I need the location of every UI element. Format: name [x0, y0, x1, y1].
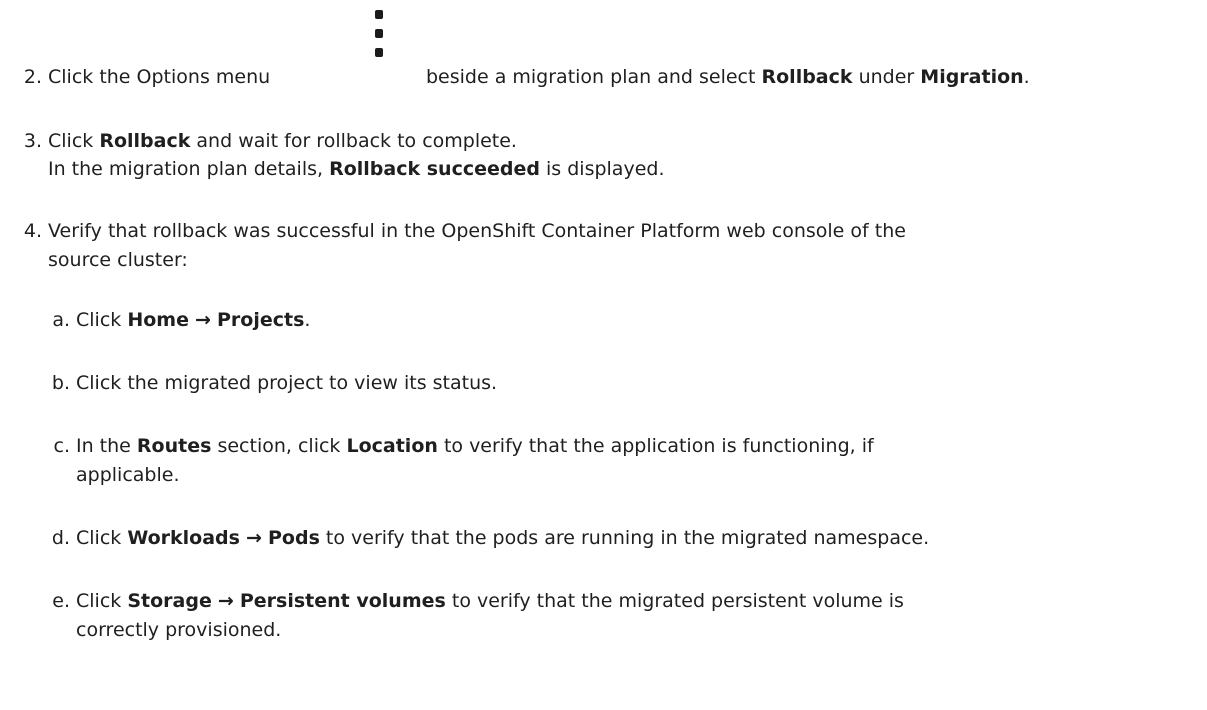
step-text: is displayed. — [546, 158, 665, 180]
step-3-detail: In the migration plan details, Rollback … — [48, 155, 665, 183]
substep-a: a. Click Home → Projects. — [48, 306, 310, 334]
options-menu-kebab-icon — [374, 10, 384, 58]
substep-letter: b. — [51, 372, 70, 394]
substep-e: e. Click Storage → Persistent volumes to … — [48, 587, 904, 615]
substep-letter: d. — [51, 527, 70, 549]
routes-term: Routes — [136, 435, 212, 457]
punctuation: . — [1023, 66, 1030, 88]
home-menu-term: Home — [127, 309, 189, 331]
workloads-menu-term: Workloads — [127, 527, 240, 549]
substep-d: d. Click Workloads → Pods to verify that … — [48, 524, 929, 552]
substep-letter: a. — [52, 309, 70, 331]
step-3: 3. Click Rollback and wait for rollback t… — [0, 127, 517, 155]
step-number: 2. — [23, 66, 42, 88]
step-2: 2. Click the Options menu — [0, 63, 270, 91]
step-text: Click — [76, 309, 122, 331]
step-4-line2: source cluster: — [48, 249, 188, 271]
step-text: section, click — [217, 435, 341, 457]
substep-letter: c. — [53, 435, 71, 457]
punctuation: . — [304, 309, 311, 331]
location-term: Location — [346, 435, 438, 457]
step-text: and wait for rollback to complete. — [196, 130, 517, 152]
step-number: 4. — [23, 220, 42, 242]
substep-c: c. In the Routes section, click Location … — [48, 432, 874, 460]
substep-e-line2: correctly provisioned. — [76, 619, 282, 641]
migration-term: Migration — [920, 66, 1024, 88]
step-text: Click the migrated project to view its s… — [76, 372, 498, 394]
step-text: Verify that rollback was successful in t… — [48, 220, 906, 242]
arrow-icon: → — [217, 590, 234, 612]
rollback-term: Rollback — [761, 66, 853, 88]
rollback-succeeded-status: Rollback succeeded — [329, 158, 540, 180]
step-text: Click — [76, 590, 122, 612]
pods-menu-term: Pods — [267, 527, 320, 549]
persistent-volumes-menu-term: Persistent volumes — [239, 590, 446, 612]
step-2-continued: beside a migration plan and select Rollb… — [426, 63, 1030, 91]
step-text: In the — [76, 435, 131, 457]
step-text: In the migration plan details, — [48, 158, 324, 180]
step-text: Click — [48, 130, 94, 152]
step-text: under — [858, 66, 915, 88]
substep-c-line2: applicable. — [76, 464, 180, 486]
step-text: beside a migration plan and select — [426, 66, 756, 88]
step-text: to verify that the pods are running in t… — [325, 527, 930, 549]
projects-menu-term: Projects — [216, 309, 305, 331]
substep-b: b. Click the migrated project to view its… — [48, 369, 497, 397]
step-text: to verify that the migrated persistent v… — [451, 590, 904, 612]
substep-letter: e. — [52, 590, 70, 612]
storage-menu-term: Storage — [127, 590, 212, 612]
step-4: 4. Verify that rollback was successful in… — [0, 217, 906, 245]
step-text: to verify that the application is functi… — [443, 435, 874, 457]
step-text: Click the Options menu — [48, 66, 271, 88]
rollback-term: Rollback — [99, 130, 191, 152]
arrow-icon: → — [195, 309, 211, 331]
arrow-icon: → — [246, 527, 262, 549]
step-number: 3. — [23, 130, 42, 152]
step-text: Click — [76, 527, 122, 549]
